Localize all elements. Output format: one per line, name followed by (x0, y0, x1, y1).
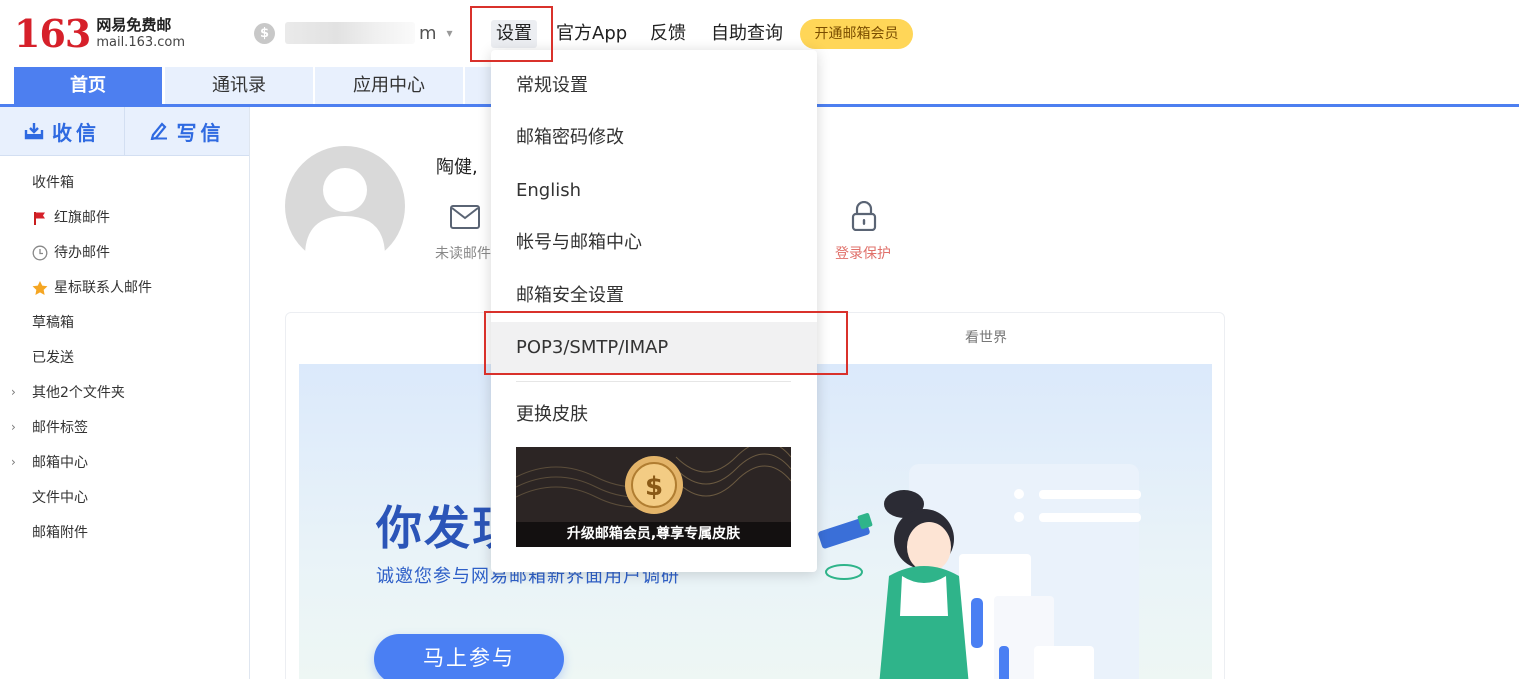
folder-label: 红旗邮件 (54, 210, 110, 226)
tab-see-world[interactable]: 看世界 (965, 327, 1007, 347)
compose-label: 写信 (176, 120, 225, 145)
menu-item-english[interactable]: English (491, 165, 817, 217)
pencil-icon (150, 122, 167, 140)
folder-inbox[interactable]: 收件箱 (32, 173, 74, 193)
logo-number: 163 (14, 11, 91, 56)
logo-text: 网易免费邮 mail.163.com (96, 16, 185, 52)
logo[interactable]: 163 网易免费邮 mail.163.com (14, 14, 185, 54)
highlight-box-settings (470, 6, 553, 62)
menu-item-account-center[interactable]: 帐号与邮箱中心 (491, 217, 817, 269)
folder-label: 邮箱中心 (32, 455, 88, 471)
menu-divider (516, 381, 791, 382)
folder-drafts[interactable]: 草稿箱 (32, 313, 74, 333)
folder-label: 星标联系人邮件 (54, 280, 152, 296)
coin-icon: $ (254, 22, 275, 44)
chevron-down-icon: ▾ (446, 26, 453, 40)
clock-icon (32, 245, 48, 261)
chevron-right-icon[interactable]: › (11, 385, 16, 399)
account-suffix: m (419, 22, 437, 44)
folder-attachments[interactable]: 邮箱附件 (32, 523, 88, 543)
account-switcher[interactable]: $ m ▾ (254, 22, 453, 44)
official-app-link[interactable]: 官方App (556, 20, 627, 48)
logo-cn: 网易免费邮 (96, 16, 172, 34)
receive-label: 收信 (52, 120, 100, 145)
tab-contacts[interactable]: 通讯录 (165, 67, 313, 105)
highlight-box-pop3 (484, 311, 848, 375)
vip-coin-icon: $ (625, 456, 683, 514)
self-service-link[interactable]: 自助查询 (711, 20, 783, 48)
folder-mail-tags[interactable]: 邮件标签 (32, 418, 88, 438)
folder-mailbox-center[interactable]: 邮箱中心 (32, 453, 88, 473)
folder-file-center[interactable]: 文件中心 (32, 488, 88, 508)
mail-page: 163 网易免费邮 mail.163.com $ m ▾ 设置 官方App 反馈… (0, 0, 1519, 679)
menu-item-general-settings[interactable]: 常规设置 (491, 60, 817, 112)
promo-caption: 升级邮箱会员,尊享专属皮肤 (516, 522, 791, 547)
folder-sent[interactable]: 已发送 (32, 348, 74, 368)
tab-home[interactable]: 首页 (14, 67, 162, 105)
sidebar-actions: 收信 写信 (0, 107, 249, 156)
folder-label: 其他2个文件夹 (32, 385, 125, 401)
greeting: 陶健, (436, 157, 478, 178)
chevron-right-icon[interactable]: › (11, 455, 16, 469)
folder-label: 已发送 (32, 350, 74, 366)
lock-icon[interactable] (849, 200, 879, 235)
avatar[interactable] (285, 146, 405, 256)
star-icon (32, 280, 48, 296)
sidebar: 收信 写信 收件箱 红旗邮件 待办邮件 星标联系人邮件 草稿箱 已发送 › 其他… (0, 107, 250, 679)
folder-label: 草稿箱 (32, 315, 74, 331)
unread-mail-label[interactable]: 未读邮件 (435, 243, 491, 263)
login-protect-label[interactable]: 登录保护 (835, 243, 891, 263)
vip-upgrade-button[interactable]: 开通邮箱会员 (800, 19, 913, 49)
folder-label: 文件中心 (32, 490, 88, 506)
folder-other[interactable]: 其他2个文件夹 (32, 383, 125, 403)
join-survey-button[interactable]: 马上参与 (374, 634, 564, 679)
tab-overflow (465, 67, 491, 105)
svg-text:$: $ (645, 472, 663, 502)
inbox-download-icon (24, 123, 44, 140)
receive-mail-button[interactable]: 收信 (0, 107, 124, 155)
logo-domain: mail.163.com (96, 35, 186, 50)
menu-item-change-skin[interactable]: 更换皮肤 (491, 389, 817, 441)
compose-mail-button[interactable]: 写信 (124, 107, 248, 155)
folder-starred[interactable]: 星标联系人邮件 (32, 278, 152, 298)
red-flag-icon (32, 210, 48, 226)
envelope-icon[interactable] (450, 205, 480, 233)
account-name-masked (285, 22, 415, 44)
folder-label: 收件箱 (32, 175, 74, 191)
feedback-link[interactable]: 反馈 (650, 20, 686, 48)
folder-label: 邮件标签 (32, 420, 88, 436)
folder-todo[interactable]: 待办邮件 (32, 243, 110, 263)
chevron-right-icon[interactable]: › (11, 420, 16, 434)
folder-red-flag[interactable]: 红旗邮件 (32, 208, 110, 228)
folder-label: 邮箱附件 (32, 525, 88, 541)
vip-skin-promo[interactable]: $ 升级邮箱会员,尊享专属皮肤 (516, 447, 791, 547)
folder-label: 待办邮件 (54, 245, 110, 261)
tab-app-center[interactable]: 应用中心 (315, 67, 463, 105)
menu-item-change-password[interactable]: 邮箱密码修改 (491, 112, 817, 164)
